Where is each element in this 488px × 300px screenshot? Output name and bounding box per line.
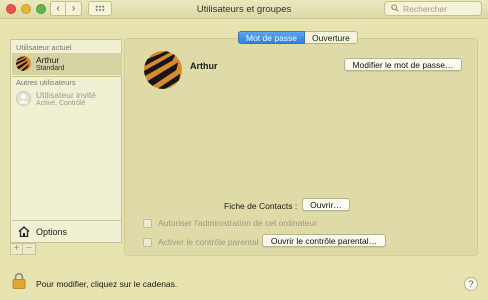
current-user-header: Utilisateur actuel bbox=[16, 43, 72, 52]
sidebar-guest-name: Utilisateur invité bbox=[36, 90, 96, 100]
contacts-card-label: Fiche de Contacts : bbox=[224, 201, 298, 211]
title-bar: ‹ › Utilisateurs et groupes Rechercher bbox=[0, 0, 488, 19]
house-icon bbox=[18, 226, 30, 237]
allow-admin-label: Autoriser l'administration de cet ordina… bbox=[158, 218, 317, 228]
sidebar-user-name: Arthur bbox=[36, 55, 60, 65]
tab-login-items[interactable]: Ouverture bbox=[305, 31, 358, 44]
sidebar-item-arthur[interactable]: Arthur Standard bbox=[12, 53, 122, 75]
parental-controls-row[interactable]: Activer le contrôle parental bbox=[143, 237, 259, 247]
sidebar-user-role: Standard bbox=[36, 65, 65, 72]
remove-user-button[interactable]: − bbox=[23, 243, 36, 255]
parental-controls-label: Activer le contrôle parental bbox=[158, 237, 259, 247]
guest-user-icon bbox=[16, 91, 31, 106]
login-options-item[interactable]: Options bbox=[12, 220, 122, 242]
open-parental-controls-button[interactable]: Ouvrir le contrôle parental… bbox=[262, 234, 386, 247]
sidebar-guest-status: Activé, Contrôlé bbox=[36, 100, 86, 107]
allow-admin-checkbox[interactable] bbox=[143, 218, 152, 228]
add-remove-controls: + − bbox=[10, 243, 40, 255]
divider bbox=[12, 76, 122, 77]
zebra-avatar bbox=[16, 56, 31, 71]
users-groups-window: ‹ › Utilisateurs et groupes Rechercher U… bbox=[0, 0, 488, 300]
search-placeholder: Rechercher bbox=[403, 3, 447, 14]
user-picture[interactable] bbox=[144, 51, 182, 89]
open-contacts-button[interactable]: Ouvrir… bbox=[302, 198, 350, 211]
user-full-name: Arthur bbox=[190, 61, 218, 71]
lock-icon[interactable] bbox=[12, 272, 26, 289]
allow-admin-row[interactable]: Autoriser l'administration de cet ordina… bbox=[143, 218, 317, 228]
help-button[interactable]: ? bbox=[464, 277, 478, 291]
search-icon bbox=[391, 4, 399, 12]
options-label: Options bbox=[36, 226, 68, 237]
tab-password[interactable]: Mot de passe bbox=[238, 31, 306, 44]
sidebar-item-guest[interactable]: Utilisateur invité Activé, Contrôlé bbox=[12, 88, 122, 110]
add-user-button[interactable]: + bbox=[10, 243, 23, 255]
search-field[interactable]: Rechercher bbox=[384, 1, 482, 16]
lock-hint-text: Pour modifier, cliquez sur le cadenas. bbox=[36, 279, 178, 289]
parental-controls-checkbox[interactable] bbox=[143, 237, 152, 247]
tab-bar: Mot de passe Ouverture bbox=[238, 31, 358, 44]
change-password-button[interactable]: Modifier le mot de passe… bbox=[344, 58, 462, 71]
users-sidebar: Utilisateur actuel Arthur Standard Autre… bbox=[10, 39, 122, 243]
other-users-header: Autres utilisateurs bbox=[16, 78, 76, 87]
